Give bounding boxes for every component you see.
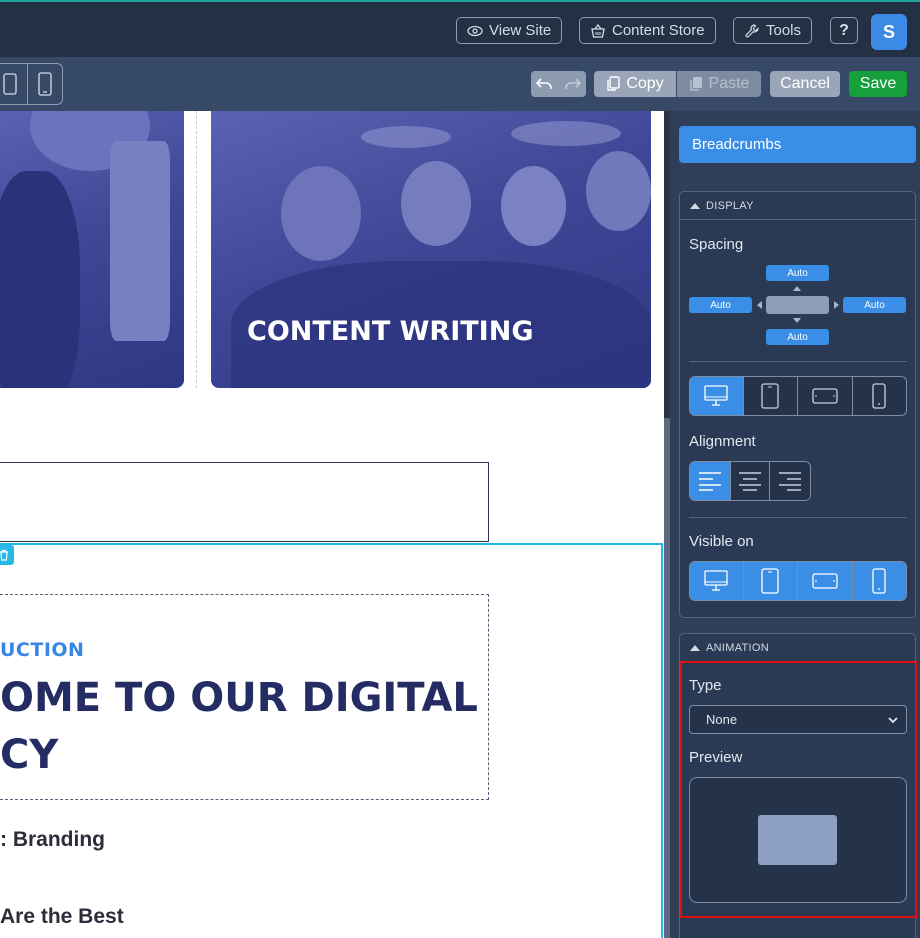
shopping-basket-icon bbox=[591, 23, 605, 38]
person-head-shape bbox=[586, 151, 651, 231]
display-section-header[interactable]: DISPLAY bbox=[680, 192, 915, 220]
mobile-device-button[interactable] bbox=[852, 377, 906, 415]
person-silhouette bbox=[0, 171, 80, 388]
visible-on-label: Visible on bbox=[689, 533, 754, 550]
align-left-icon bbox=[698, 472, 721, 491]
section-divider bbox=[689, 361, 907, 362]
display-header-label: DISPLAY bbox=[706, 199, 754, 212]
undo-redo-group bbox=[531, 71, 586, 97]
wrench-icon bbox=[745, 23, 759, 37]
tablet-landscape-device-button[interactable] bbox=[798, 377, 853, 415]
arrow-left-icon bbox=[757, 301, 762, 309]
visibility-device-selector bbox=[689, 561, 907, 601]
align-center-button[interactable] bbox=[730, 462, 771, 500]
animation-section-header[interactable]: ANIMATION bbox=[680, 634, 915, 662]
align-right-icon bbox=[779, 472, 802, 491]
redo-button[interactable] bbox=[558, 71, 585, 97]
ceiling-light-shape bbox=[511, 121, 621, 146]
alignment-label: Alignment bbox=[689, 433, 756, 450]
alignment-selector bbox=[689, 461, 811, 501]
content-store-label: Content Store bbox=[612, 22, 705, 39]
desktop-device-button[interactable] bbox=[690, 377, 744, 415]
tablet-preview-button[interactable] bbox=[0, 64, 28, 104]
empty-text-block[interactable] bbox=[0, 462, 489, 542]
animation-header-label: ANIMATION bbox=[706, 641, 769, 654]
hero-heading-line-1: OME TO OUR DIGITAL bbox=[0, 675, 478, 721]
align-right-button[interactable] bbox=[770, 462, 810, 500]
cancel-button[interactable]: Cancel bbox=[770, 71, 840, 97]
copy-button[interactable]: Copy bbox=[594, 71, 676, 97]
tablet-icon bbox=[3, 73, 17, 95]
spacing-device-selector bbox=[689, 376, 907, 416]
page-canvas[interactable]: CONTENT WRITING UCTION OME TO OUR DIGITA… bbox=[0, 111, 664, 938]
spacing-left-input[interactable]: Auto bbox=[689, 297, 752, 313]
intro-label: UCTION bbox=[0, 639, 85, 661]
delete-section-button[interactable] bbox=[0, 545, 14, 565]
paste-icon bbox=[689, 77, 702, 91]
arrow-right-icon bbox=[834, 301, 839, 309]
visible-desktop-toggle[interactable] bbox=[690, 562, 744, 600]
hero-heading-line-2: CY bbox=[0, 732, 59, 778]
mobile-preview-button[interactable] bbox=[28, 64, 63, 104]
tools-label: Tools bbox=[766, 22, 802, 39]
column-divider bbox=[196, 111, 197, 388]
tablet-icon bbox=[761, 568, 779, 594]
card-title: CONTENT WRITING bbox=[247, 316, 534, 347]
collapse-triangle-icon bbox=[690, 644, 700, 651]
service-card-image-content-writing[interactable]: CONTENT WRITING bbox=[211, 111, 651, 388]
feature-heading-best: Are the Best bbox=[0, 905, 124, 928]
breadcrumbs-button[interactable]: Breadcrumbs bbox=[679, 126, 916, 163]
person-head-shape bbox=[501, 166, 566, 246]
tablet-device-button[interactable] bbox=[743, 377, 798, 415]
tools-button[interactable]: Tools bbox=[733, 17, 813, 44]
help-button[interactable]: ? bbox=[830, 17, 858, 44]
align-left-button[interactable] bbox=[690, 462, 731, 500]
mobile-icon bbox=[872, 568, 886, 594]
arrow-up-icon bbox=[793, 286, 801, 291]
service-card-image-left[interactable] bbox=[0, 111, 184, 388]
visible-tablet-toggle[interactable] bbox=[743, 562, 798, 600]
undo-button[interactable] bbox=[531, 71, 558, 97]
desktop-icon bbox=[704, 570, 728, 591]
spacing-bottom-input[interactable]: Auto bbox=[766, 329, 829, 345]
section-divider bbox=[689, 517, 907, 518]
tablet-icon bbox=[761, 383, 779, 409]
spacing-label: Spacing bbox=[689, 236, 744, 253]
desktop-icon bbox=[704, 385, 728, 406]
feature-heading-branding: : Branding bbox=[0, 828, 105, 851]
copy-label: Copy bbox=[626, 75, 664, 92]
save-button[interactable]: Save bbox=[849, 71, 907, 97]
arrow-down-icon bbox=[793, 318, 801, 323]
copy-icon bbox=[607, 76, 621, 91]
collapse-triangle-icon bbox=[690, 202, 700, 209]
spacing-element-preview bbox=[766, 296, 829, 314]
redo-icon bbox=[564, 78, 581, 89]
device-preview-group bbox=[0, 63, 63, 105]
user-avatar[interactable]: S bbox=[871, 14, 907, 50]
paste-label: Paste bbox=[708, 75, 750, 92]
mobile-icon bbox=[38, 72, 52, 96]
spacing-right-input[interactable]: Auto bbox=[843, 297, 906, 313]
highlight-outline bbox=[680, 661, 917, 918]
view-site-label: View Site bbox=[489, 22, 552, 39]
window-light-shape bbox=[110, 141, 170, 341]
tablet-landscape-icon bbox=[812, 388, 838, 404]
visible-tablet-landscape-toggle[interactable] bbox=[798, 562, 853, 600]
visible-mobile-toggle[interactable] bbox=[852, 562, 906, 600]
align-center-icon bbox=[738, 472, 761, 491]
view-site-button[interactable]: View Site bbox=[456, 17, 563, 44]
person-head-shape bbox=[281, 166, 361, 261]
undo-icon bbox=[535, 78, 552, 89]
paste-button[interactable]: Paste bbox=[677, 71, 761, 97]
top-bar: View Site Content Store Tools ? S bbox=[0, 0, 920, 57]
content-store-button[interactable]: Content Store bbox=[579, 17, 716, 44]
eye-icon bbox=[467, 25, 483, 36]
trash-icon bbox=[0, 549, 8, 561]
spacing-top-input[interactable]: Auto bbox=[766, 265, 829, 281]
mobile-icon bbox=[872, 383, 886, 409]
person-head-shape bbox=[401, 161, 471, 246]
tablet-landscape-icon bbox=[812, 573, 838, 589]
ceiling-light-shape bbox=[361, 126, 451, 148]
